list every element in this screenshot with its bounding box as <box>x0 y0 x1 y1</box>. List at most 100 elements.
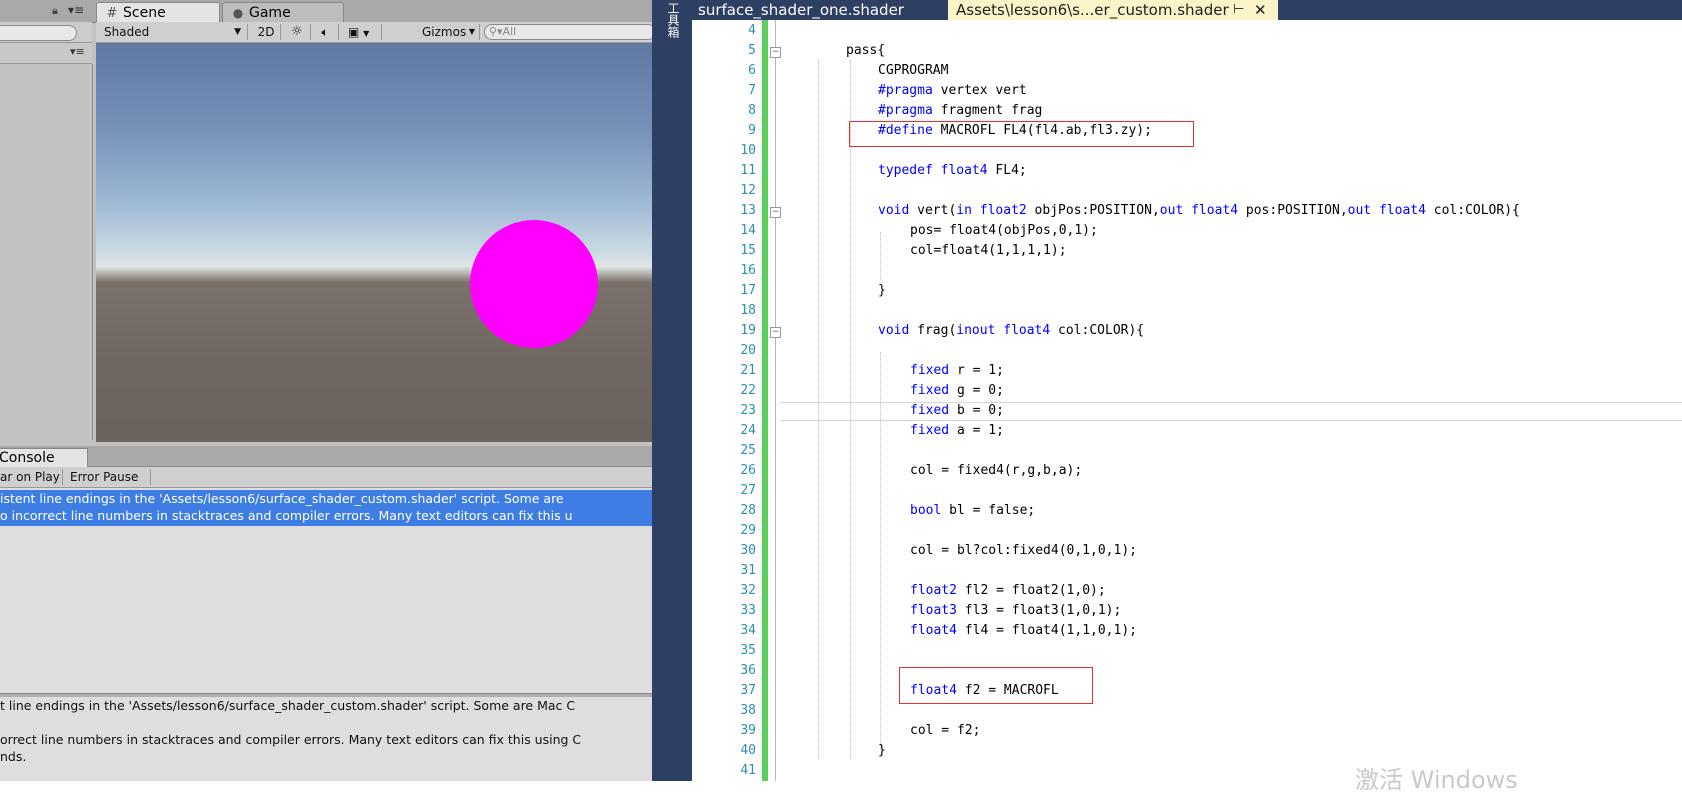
console-detail-line: t line endings in the 'Assets/lesson6/su… <box>0 698 576 713</box>
code-text: frag( <box>909 323 957 338</box>
line-number: 29 <box>740 523 756 538</box>
scene-search-input[interactable]: ⚲▾All <box>484 24 656 40</box>
keyword: in <box>956 203 972 218</box>
tab-label: surface_shader_one.shader <box>698 1 904 19</box>
line-number: 41 <box>740 763 756 778</box>
audio-toggle-icon[interactable]: 🔈︎ <box>312 24 339 40</box>
hierarchy-search-input[interactable] <box>0 25 77 41</box>
tab-game[interactable]: ● Game <box>222 2 344 23</box>
mode-2d-toggle[interactable]: 2D <box>252 24 281 40</box>
keyword: float4 <box>1003 323 1051 338</box>
code-text: col:COLOR){ <box>1050 323 1145 338</box>
code-line-17: } <box>878 283 886 298</box>
lighting-toggle-icon[interactable]: ☼ <box>284 24 311 40</box>
hierarchy-panel[interactable] <box>0 64 93 440</box>
code-text: col:COLOR){ <box>1425 203 1520 218</box>
close-icon[interactable]: ✕ <box>1254 0 1267 20</box>
tab-surface-shader-custom[interactable]: Assets\lesson6\s...er_custom.shader ⊢ ✕ <box>948 0 1278 20</box>
line-number: 32 <box>740 583 756 598</box>
line-number: 19 <box>740 323 756 338</box>
line-number: 14 <box>740 223 756 238</box>
keyword: fixed <box>910 363 950 378</box>
scene-viewport[interactable] <box>96 43 652 442</box>
console-detail-line <box>0 714 652 731</box>
code-line-32: float2 fl2 = float2(1,0); <box>910 581 1106 601</box>
console-detail-line: orrect line numbers in stacktraces and c… <box>0 732 582 747</box>
keyword: bool <box>910 503 942 518</box>
tab-console[interactable]: Console <box>0 448 88 467</box>
line-number: 4 <box>748 23 756 38</box>
toolbox-label[interactable]: 工具箱 <box>664 2 680 38</box>
shading-mode-dropdown[interactable]: Shaded ▼ <box>100 24 248 40</box>
keyword: float4 <box>910 623 957 638</box>
code-line-34: float4 fl4 = float4(1,1,0,1); <box>910 621 1137 641</box>
clear-on-play-toggle[interactable]: ar on Play <box>0 469 63 485</box>
magenta-sphere[interactable] <box>470 220 598 348</box>
console-message-selected[interactable]: istent line endings in the 'Assets/lesso… <box>0 490 652 526</box>
line-number: 12 <box>740 183 756 198</box>
keyword: inout <box>956 323 996 338</box>
annotation-box-macro-use <box>899 667 1093 704</box>
line-number: 38 <box>740 703 756 718</box>
code-text: g = 0; <box>949 383 1004 398</box>
line-number: 25 <box>740 443 756 458</box>
code-line-14: pos= float4(objPos,0,1); <box>910 223 1098 238</box>
lock-icon[interactable]: 🔒︎ <box>52 4 58 18</box>
code-line-23: fixed b = 0; <box>910 401 1004 421</box>
keyword: fixed <box>910 403 950 418</box>
activate-windows-watermark: 激活 Windows <box>1355 766 1518 794</box>
tab-surface-shader-one[interactable]: surface_shader_one.shader <box>692 0 944 20</box>
console-message-line: o incorrect line numbers in stacktraces … <box>0 508 573 523</box>
code-line-11: typedef float4 FL4; <box>878 161 1027 181</box>
code-text: fl3 = float3(1,0,1); <box>956 603 1122 618</box>
code-line-5: pass{ <box>846 43 886 58</box>
tab-game-label: Game <box>249 5 291 21</box>
keyword: float2 <box>910 583 957 598</box>
dropdown-arrow-icon: ▼ <box>234 27 241 37</box>
pin-icon[interactable]: ⊢ <box>1233 0 1244 20</box>
code-line-39: col = f2; <box>910 723 981 738</box>
error-pause-toggle[interactable]: Error Pause <box>66 469 151 485</box>
collapse-icon[interactable]: − <box>770 207 781 218</box>
keyword: fixed <box>910 423 950 438</box>
outline-fold-line <box>775 20 776 781</box>
console-message-detail: t line endings in the 'Assets/lesson6/su… <box>0 697 652 781</box>
line-number: 26 <box>740 463 756 478</box>
collapse-icon[interactable]: − <box>770 47 781 58</box>
keyword: void <box>878 203 910 218</box>
code-line-8: #pragma fragment frag <box>878 101 1042 121</box>
line-number: 31 <box>740 563 756 578</box>
keyword: float4 <box>1191 203 1239 218</box>
line-number: 11 <box>740 163 756 178</box>
tab-console-label: Console <box>0 450 55 466</box>
gizmos-dropdown[interactable]: Gizmos ▼ <box>418 24 480 40</box>
line-number: 30 <box>740 543 756 558</box>
line-number: 22 <box>740 383 756 398</box>
collapse-icon[interactable]: − <box>770 327 781 338</box>
tab-scene[interactable]: # Scene <box>96 2 220 23</box>
tab-label: Assets\lesson6\s...er_custom.shader <box>956 1 1229 19</box>
toolbox-strip[interactable] <box>652 0 692 781</box>
keyword: typedef <box>878 163 933 178</box>
keyword: fixed <box>910 383 950 398</box>
dropdown-arrow-icon: ▼ <box>468 27 475 36</box>
code-line-15: col=float4(1,1,1,1); <box>910 243 1067 258</box>
effects-image-icon[interactable]: ▣ ▼ <box>342 24 382 40</box>
keyword: #pragma <box>878 83 933 98</box>
line-number: 37 <box>740 683 756 698</box>
line-number: 18 <box>740 303 756 318</box>
code-text: FL4; <box>987 163 1027 178</box>
panel-menu-icon[interactable]: ▾≡ <box>68 3 84 17</box>
line-number: 33 <box>740 603 756 618</box>
list-menu-icon[interactable]: ▾≡ <box>70 45 85 58</box>
scene-search-placeholder: All <box>502 25 517 38</box>
console-message-line: istent line endings in the 'Assets/lesso… <box>0 491 564 506</box>
line-number: 39 <box>740 723 756 738</box>
code-text: fragment frag <box>932 103 1043 118</box>
line-number: 27 <box>740 483 756 498</box>
code-line-7: #pragma vertex vert <box>878 81 1027 101</box>
keyword: float2 <box>979 203 1027 218</box>
grid-icon: # <box>106 6 118 21</box>
code-text: objPos:POSITION, <box>1026 203 1160 218</box>
keyword: out <box>1159 203 1184 218</box>
